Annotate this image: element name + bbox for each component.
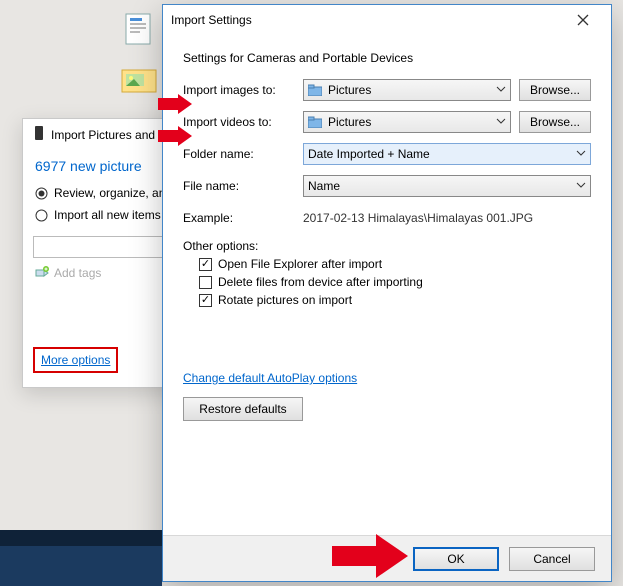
add-tags-label: Add tags (54, 266, 101, 280)
chevron-down-icon (496, 83, 506, 97)
checkbox-delete-files-label: Delete files from device after importing (218, 275, 423, 289)
annotation-arrow-icon (158, 94, 192, 117)
back-dialog-title: Import Pictures and (51, 128, 155, 142)
example-label: Example: (183, 211, 295, 225)
checkbox-rotate[interactable]: Rotate pictures on import (199, 293, 591, 307)
import-videos-combo[interactable]: Pictures (303, 111, 511, 133)
section-title: Settings for Cameras and Portable Device… (183, 51, 591, 65)
picture-icon (120, 60, 160, 100)
restore-defaults-button[interactable]: Restore defaults (183, 397, 303, 421)
cancel-button[interactable]: Cancel (509, 547, 595, 571)
file-name-label: File name: (183, 179, 295, 193)
checkbox-delete-files[interactable]: Delete files from device after importing (199, 275, 591, 289)
radio-import-all-label: Import all new items (54, 208, 161, 222)
example-value: 2017-02-13 Himalayas\Himalayas 001.JPG (303, 211, 533, 225)
import-images-value: Pictures (328, 83, 371, 97)
radio-review-label: Review, organize, an (54, 186, 165, 200)
checkbox-rotate-label: Rotate pictures on import (218, 293, 352, 307)
import-images-combo[interactable]: Pictures (303, 79, 511, 101)
ok-button[interactable]: OK (413, 547, 499, 571)
chevron-down-icon (576, 179, 586, 193)
folder-name-combo[interactable]: Date Imported + Name (303, 143, 591, 165)
file-name-value: Name (308, 179, 340, 193)
taskbar (0, 546, 162, 586)
folder-icon (308, 84, 322, 96)
annotation-arrow-icon (332, 534, 408, 581)
chevron-down-icon (496, 115, 506, 129)
import-images-label: Import images to: (183, 83, 295, 97)
more-options-highlight: More options (33, 347, 118, 373)
checkbox-open-explorer[interactable]: Open File Explorer after import (199, 257, 591, 271)
folder-icon (308, 116, 322, 128)
device-icon (33, 125, 45, 144)
more-options-link[interactable]: More options (41, 353, 110, 367)
file-name-combo[interactable]: Name (303, 175, 591, 197)
chevron-down-icon (576, 147, 586, 161)
browse-images-button[interactable]: Browse... (519, 79, 591, 101)
window-edge (0, 530, 162, 546)
checkbox-icon (199, 258, 212, 271)
annotation-arrow-icon (158, 126, 192, 149)
other-options-heading: Other options: (183, 239, 591, 253)
dialog-title: Import Settings (171, 13, 252, 27)
checkbox-icon (199, 276, 212, 289)
import-settings-dialog: Import Settings Settings for Cameras and… (162, 4, 612, 582)
document-icon (120, 10, 160, 50)
browse-videos-button[interactable]: Browse... (519, 111, 591, 133)
autoplay-link[interactable]: Change default AutoPlay options (183, 371, 357, 385)
folder-name-value: Date Imported + Name (308, 147, 430, 161)
checkbox-open-explorer-label: Open File Explorer after import (218, 257, 382, 271)
checkbox-icon (199, 294, 212, 307)
import-videos-value: Pictures (328, 115, 371, 129)
titlebar: Import Settings (163, 5, 611, 35)
import-videos-label: Import videos to: (183, 115, 295, 129)
close-button[interactable] (563, 7, 603, 33)
folder-name-label: Folder name: (183, 147, 295, 161)
